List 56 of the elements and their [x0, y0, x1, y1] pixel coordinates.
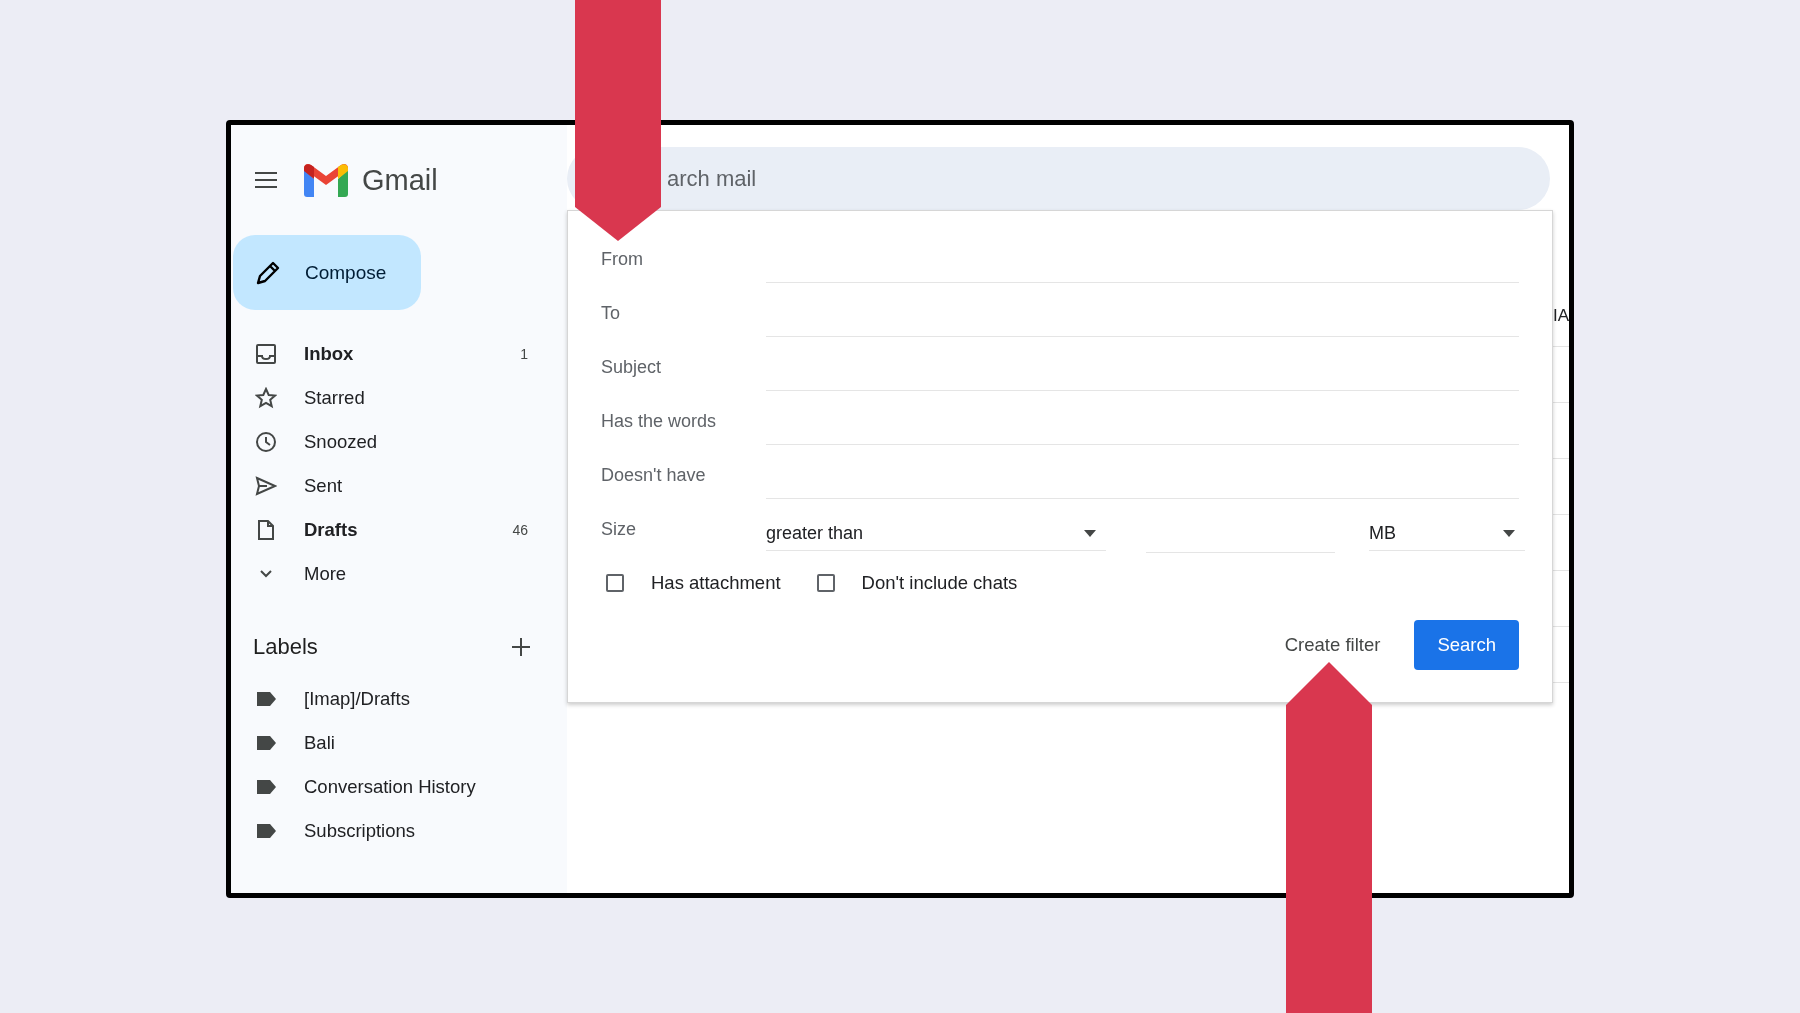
label-icon: [255, 735, 277, 751]
logo-icon: [304, 163, 348, 197]
pencil-icon: [255, 259, 281, 286]
nav-item[interactable]: Inbox 1: [231, 332, 567, 376]
dropdown-caret-icon: [1503, 530, 1515, 537]
star-icon: [255, 387, 277, 409]
label-item[interactable]: Bali: [231, 721, 567, 765]
unit-select[interactable]: MB: [1369, 517, 1525, 551]
nav-item[interactable]: Snoozed: [231, 420, 567, 464]
dropdown-caret-icon: [1084, 530, 1096, 537]
label-name: Bali: [304, 732, 336, 754]
label-name: Subscriptions: [304, 820, 417, 842]
label-icon: [255, 823, 277, 839]
field-label: To: [601, 302, 621, 324]
label-icon: [255, 779, 277, 795]
create-filter-button[interactable]: Create filter: [1269, 620, 1396, 670]
nav-label: More: [304, 563, 348, 585]
nav-item[interactable]: More: [231, 552, 567, 596]
nav-item[interactable]: Drafts 46: [231, 508, 567, 552]
search-field[interactable]: arch mail: [567, 147, 1550, 210]
file-icon: [255, 519, 277, 541]
field-label: From: [601, 248, 644, 270]
field-label: Subject: [601, 356, 663, 378]
nav-label: Drafts: [304, 519, 359, 541]
nav-label: Snoozed: [304, 431, 379, 453]
labels-heading: Labels: [253, 634, 319, 660]
field-label: Size: [601, 518, 637, 540]
checkbox[interactable]: [816, 574, 835, 592]
checkbox[interactable]: [606, 574, 624, 592]
nav-item[interactable]: Starred: [231, 376, 567, 420]
app-name: Gmail: [362, 163, 438, 197]
search-button[interactable]: Search: [1414, 620, 1519, 670]
unread-count: 46: [512, 522, 528, 538]
nav-item[interactable]: Sent: [231, 464, 567, 508]
label-name: [Imap]/Drafts: [304, 688, 411, 710]
clock-icon: [255, 431, 277, 453]
label-icon: [255, 691, 277, 707]
field-label: Has the words: [601, 410, 718, 432]
plus-icon[interactable]: [512, 638, 530, 656]
checkbox-label: Don't include chats: [861, 572, 1018, 594]
email-row-text: IA: [1552, 305, 1569, 326]
comparison-select[interactable]: greater than: [766, 517, 1106, 551]
field-label: Doesn't have: [601, 464, 707, 486]
compose-button[interactable]: Compose: [233, 235, 421, 310]
inbox-icon: [255, 343, 277, 365]
nav-label: Sent: [304, 475, 344, 497]
send-icon: [255, 475, 277, 497]
checkbox-label: Has attachment: [651, 572, 781, 594]
nav-label: Inbox: [304, 343, 355, 365]
unread-count: 1: [520, 346, 528, 362]
label-item[interactable]: [Imap]/Drafts: [231, 677, 567, 721]
label-item[interactable]: Conversation History: [231, 765, 567, 809]
menu-icon[interactable]: [255, 172, 277, 188]
label-item[interactable]: Subscriptions: [231, 809, 567, 853]
nav-label: Starred: [304, 387, 366, 409]
label-name: Conversation History: [304, 776, 477, 798]
